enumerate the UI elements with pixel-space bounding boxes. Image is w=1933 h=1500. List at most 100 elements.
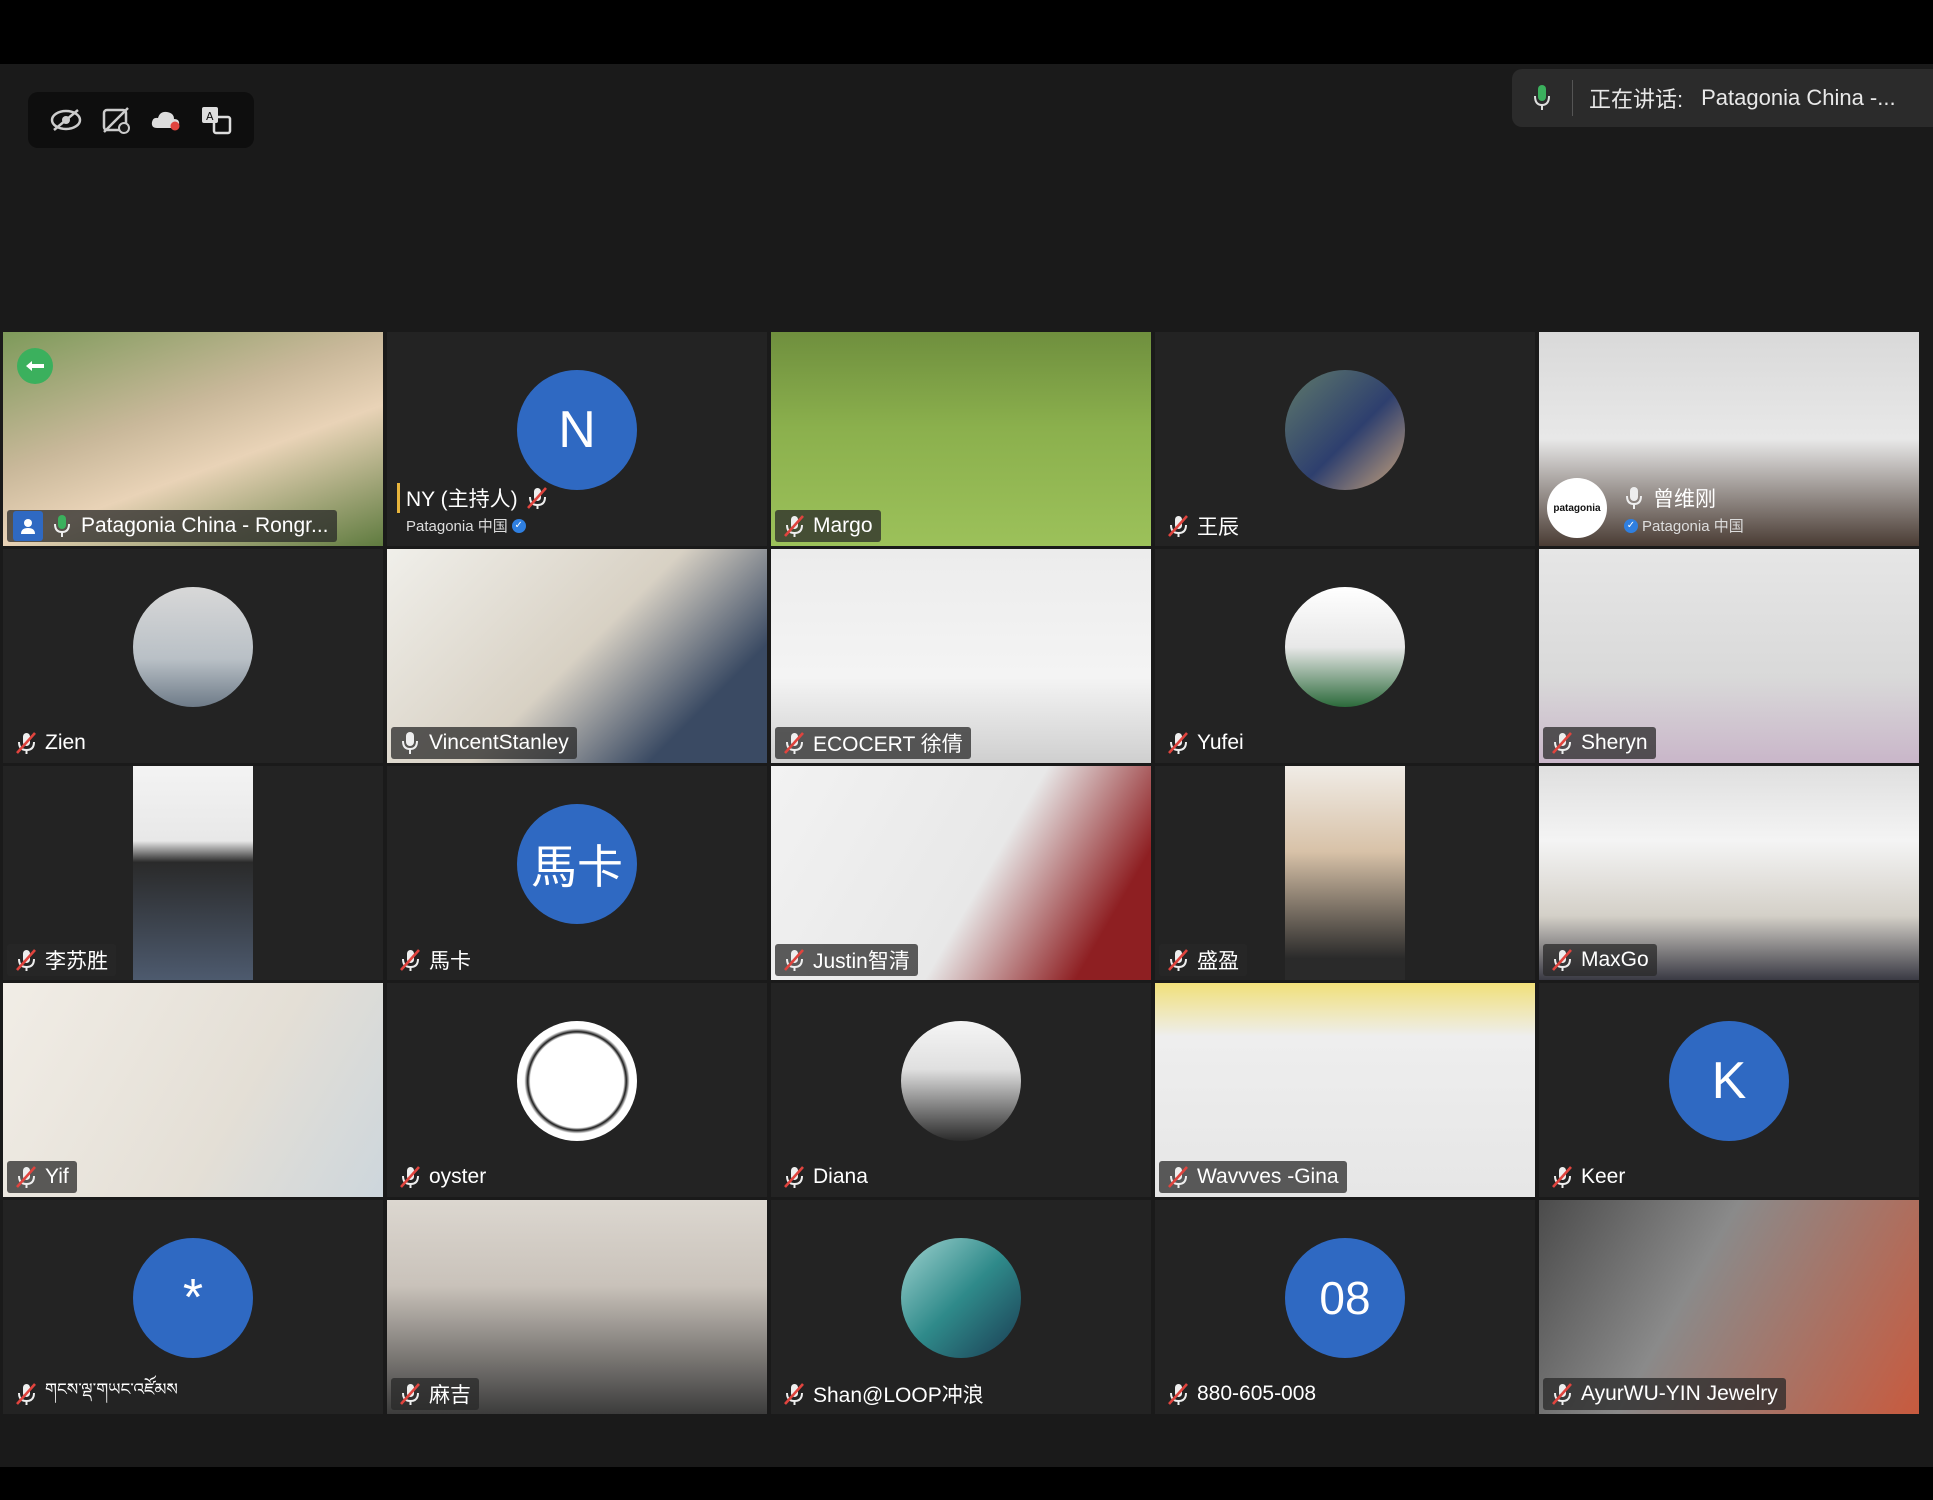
mic-muted-icon bbox=[1549, 1164, 1575, 1190]
participant-name: Diana bbox=[813, 1165, 868, 1188]
mic-active-icon bbox=[1528, 84, 1556, 112]
mic-muted-icon bbox=[13, 1381, 39, 1407]
active-speaker-indicator: 正在讲话: Patagonia China -... bbox=[1512, 69, 1933, 127]
participant-tile[interactable]: Patagonia China - Rongr... bbox=[3, 332, 383, 546]
participant-name-row: 曾维刚 bbox=[1615, 483, 1744, 513]
mic-muted-icon bbox=[781, 1381, 807, 1407]
participant-name: 王辰 bbox=[1197, 516, 1239, 539]
participant-tile[interactable]: 麻吉 bbox=[387, 1200, 767, 1414]
participant-name: MaxGo bbox=[1581, 948, 1649, 971]
mic-muted-icon bbox=[397, 1164, 423, 1190]
participant-name: ECOCERT 徐倩 bbox=[813, 733, 963, 756]
participant-tile[interactable]: VincentStanley bbox=[387, 549, 767, 763]
participant-name: Wavvves -Gina bbox=[1197, 1165, 1339, 1188]
participant-tile[interactable]: Sheryn bbox=[1539, 549, 1919, 763]
mic-muted-icon bbox=[781, 1164, 807, 1190]
initials-avatar: K bbox=[1669, 1021, 1789, 1141]
participant-name: Sheryn bbox=[1581, 731, 1648, 754]
participant-tile[interactable]: N NY (主持人) Patagonia 中国 ✓ bbox=[387, 332, 767, 546]
participant-tile[interactable]: Yif bbox=[3, 983, 383, 1197]
person-icon bbox=[13, 511, 43, 541]
speaking-label: 正在讲话: bbox=[1589, 87, 1684, 112]
participant-organization: Patagonia 中国 bbox=[1642, 518, 1744, 535]
participant-label: 王辰 bbox=[1159, 510, 1247, 542]
participant-name: Patagonia China - Rongr... bbox=[81, 514, 329, 537]
mic-muted-icon bbox=[1165, 513, 1191, 539]
cloud-recording-icon[interactable] bbox=[148, 102, 184, 138]
participant-tile[interactable]: Margo bbox=[771, 332, 1151, 546]
participant-name: 馬卡 bbox=[429, 950, 471, 973]
participant-label: Keer bbox=[1543, 1161, 1633, 1193]
participant-tile[interactable]: * གངས་ལྡ་གཡང་འཛོམས bbox=[3, 1200, 383, 1414]
host-name-label: NY (主持人) Patagonia 中国 ✓ bbox=[397, 483, 550, 536]
mic-muted-icon bbox=[1549, 730, 1575, 756]
bottom-bar bbox=[0, 1467, 1933, 1500]
organization-row: ✓ Patagonia 中国 bbox=[1615, 515, 1744, 536]
profile-photo bbox=[901, 1021, 1021, 1141]
profile-photo bbox=[1285, 587, 1405, 707]
participant-tile[interactable]: Justin智清 bbox=[771, 766, 1151, 980]
verified-icon: ✓ bbox=[1624, 518, 1638, 533]
mic-icon bbox=[397, 730, 423, 756]
profile-photo bbox=[517, 1021, 637, 1141]
participant-tile[interactable]: ECOCERT 徐倩 bbox=[771, 549, 1151, 763]
participant-name: 李苏胜 bbox=[45, 950, 108, 973]
participant-name: Keer bbox=[1581, 1165, 1626, 1188]
translation-icon[interactable]: A bbox=[198, 102, 234, 138]
participant-name: 880-605-008 bbox=[1197, 1382, 1317, 1405]
participant-tile[interactable]: 李苏胜 bbox=[3, 766, 383, 980]
participant-tile[interactable]: K Keer bbox=[1539, 983, 1919, 1197]
participant-name: Yufei bbox=[1197, 731, 1244, 754]
mic-muted-icon bbox=[13, 947, 39, 973]
mic-muted-icon bbox=[1165, 1164, 1191, 1190]
participant-label: Yufei bbox=[1159, 727, 1252, 759]
participant-name: oyster bbox=[429, 1165, 487, 1188]
participant-label: Diana bbox=[775, 1161, 876, 1193]
participant-tile[interactable]: 王辰 bbox=[1155, 332, 1535, 546]
participant-tile[interactable]: oyster bbox=[387, 983, 767, 1197]
video-feed bbox=[1285, 766, 1405, 980]
participant-label: MaxGo bbox=[1543, 944, 1657, 976]
participant-tile[interactable]: AyurWU-YIN Jewelry bbox=[1539, 1200, 1919, 1414]
participant-tile[interactable]: Diana bbox=[771, 983, 1151, 1197]
mic-muted-icon bbox=[13, 730, 39, 756]
participant-label: 880-605-008 bbox=[1159, 1378, 1324, 1410]
participant-label: Zien bbox=[7, 727, 94, 759]
participant-label: ECOCERT 徐倩 bbox=[775, 727, 971, 759]
mic-muted-icon bbox=[524, 485, 550, 511]
mic-muted-icon bbox=[397, 947, 423, 973]
mic-muted-icon bbox=[1165, 947, 1191, 973]
participant-tile[interactable]: Zien bbox=[3, 549, 383, 763]
participant-tile[interactable]: MaxGo bbox=[1539, 766, 1919, 980]
hide-self-view-icon[interactable] bbox=[48, 102, 84, 138]
mic-icon bbox=[49, 513, 75, 539]
participant-label: 曾维刚 ✓ Patagonia 中国 bbox=[1615, 483, 1744, 536]
participant-label: AyurWU-YIN Jewelry bbox=[1543, 1378, 1786, 1410]
participant-name: Justin智清 bbox=[813, 950, 910, 973]
profile-photo bbox=[133, 587, 253, 707]
participant-organization: Patagonia 中国 bbox=[406, 518, 508, 535]
participant-label: 麻吉 bbox=[391, 1378, 479, 1410]
participant-tile[interactable]: Wavvves -Gina bbox=[1155, 983, 1535, 1197]
participant-label: 馬卡 bbox=[391, 944, 479, 976]
participant-tile[interactable]: patagonia 曾维刚 ✓ Patagonia 中国 bbox=[1539, 332, 1919, 546]
mic-muted-icon bbox=[781, 730, 807, 756]
participant-name: VincentStanley bbox=[429, 731, 569, 754]
mic-muted-icon bbox=[1165, 730, 1191, 756]
participant-tile[interactable]: 馬卡 馬卡 bbox=[387, 766, 767, 980]
participant-name: Margo bbox=[813, 514, 873, 537]
participant-grid: Patagonia China - Rongr... N NY (主持人) Patag… bbox=[0, 332, 1922, 1415]
initials-avatar: N bbox=[517, 370, 637, 490]
mic-muted-icon bbox=[1165, 1381, 1191, 1407]
participant-name: 盛盈 bbox=[1197, 950, 1239, 973]
participant-label: 李苏胜 bbox=[7, 944, 116, 976]
profile-photo bbox=[1285, 370, 1405, 490]
participant-label: གངས་ལྡ་གཡང་འཛོམས bbox=[7, 1378, 186, 1410]
participant-tile[interactable]: 08 880-605-008 bbox=[1155, 1200, 1535, 1414]
participant-tile[interactable]: 盛盈 bbox=[1155, 766, 1535, 980]
participant-tile[interactable]: Yufei bbox=[1155, 549, 1535, 763]
captions-off-icon[interactable] bbox=[98, 102, 134, 138]
participant-tile[interactable]: Shan@LOOP冲浪 bbox=[771, 1200, 1151, 1414]
spotlight-icon bbox=[17, 348, 53, 384]
participant-label: Shan@LOOP冲浪 bbox=[775, 1378, 992, 1410]
